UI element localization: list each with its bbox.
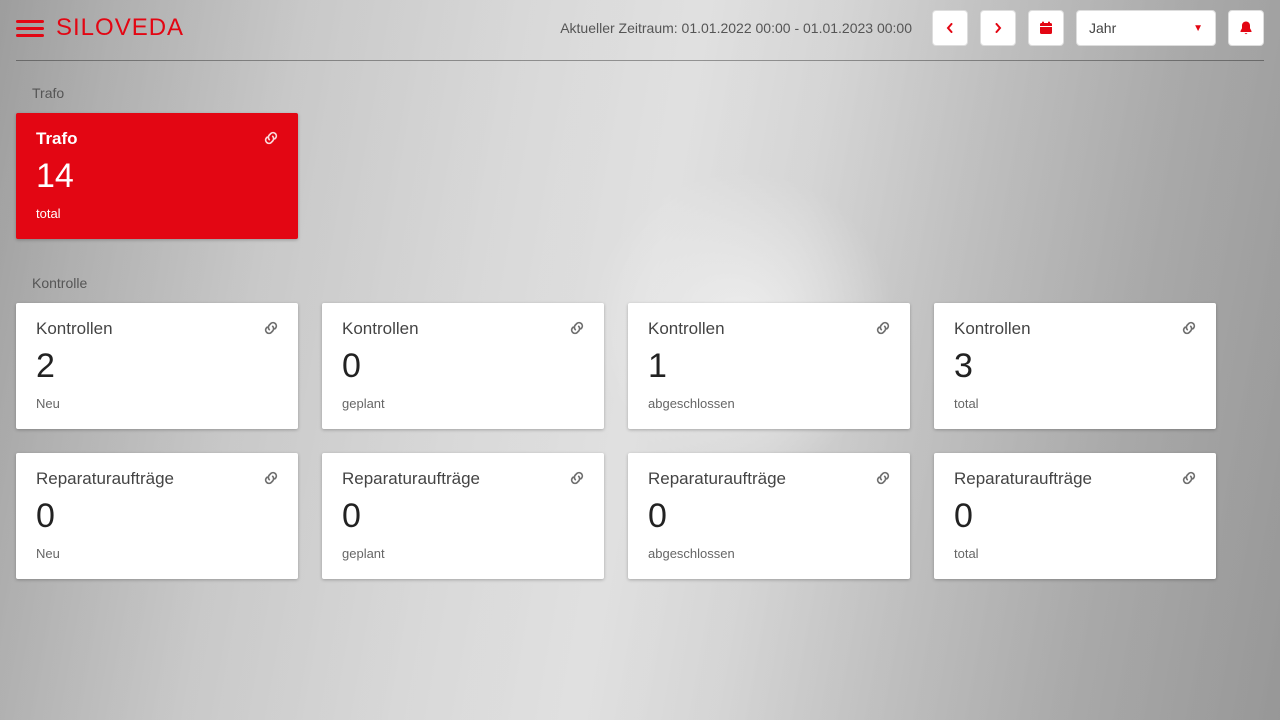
card-kontrollen-geplant[interactable]: Kontrollen 0 geplant xyxy=(322,303,604,429)
card-link-button[interactable] xyxy=(1178,317,1200,339)
card-title: Kontrollen xyxy=(36,319,278,339)
card-sub: abgeschlossen xyxy=(648,396,890,411)
card-value: 14 xyxy=(36,157,278,196)
menu-button[interactable] xyxy=(16,14,44,42)
section-title-kontrolle: Kontrolle xyxy=(32,275,1264,291)
card-value: 0 xyxy=(648,497,890,536)
dashboard-content: Trafo Trafo 14 total Kontrolle Kontrolle… xyxy=(0,61,1280,627)
link-icon xyxy=(261,128,281,148)
card-value: 0 xyxy=(36,497,278,536)
card-title: Reparaturaufträge xyxy=(342,469,584,489)
card-reparatur-total[interactable]: Reparaturaufträge 0 total xyxy=(934,453,1216,579)
row-kontrollen: Kontrollen 2 Neu Kontrollen 0 geplant Ko… xyxy=(16,303,1264,453)
card-sub: geplant xyxy=(342,396,584,411)
card-link-button[interactable] xyxy=(872,467,894,489)
card-value: 1 xyxy=(648,347,890,386)
card-kontrollen-abgeschlossen[interactable]: Kontrollen 1 abgeschlossen xyxy=(628,303,910,429)
card-value: 2 xyxy=(36,347,278,386)
card-value: 0 xyxy=(342,347,584,386)
card-sub: total xyxy=(954,396,1196,411)
calendar-icon xyxy=(1038,20,1054,36)
link-icon xyxy=(873,468,893,488)
card-title: Kontrollen xyxy=(342,319,584,339)
calendar-button[interactable] xyxy=(1028,10,1064,46)
card-sub: geplant xyxy=(342,546,584,561)
link-icon xyxy=(261,468,281,488)
card-sub: Neu xyxy=(36,396,278,411)
timerange-label: Aktueller Zeitraum: 01.01.2022 00:00 - 0… xyxy=(560,20,912,36)
card-link-button[interactable] xyxy=(260,127,282,149)
card-sub: total xyxy=(36,206,278,221)
card-value: 0 xyxy=(954,497,1196,536)
link-icon xyxy=(567,468,587,488)
card-reparatur-abgeschlossen[interactable]: Reparaturaufträge 0 abgeschlossen xyxy=(628,453,910,579)
card-link-button[interactable] xyxy=(260,317,282,339)
row-trafo: Trafo 14 total xyxy=(16,113,1264,263)
card-sub: abgeschlossen xyxy=(648,546,890,561)
chevron-left-icon xyxy=(945,23,955,33)
brand-title: SILOVEDA xyxy=(56,14,184,42)
card-link-button[interactable] xyxy=(566,317,588,339)
card-title: Reparaturaufträge xyxy=(954,469,1196,489)
link-icon xyxy=(1179,468,1199,488)
card-reparatur-geplant[interactable]: Reparaturaufträge 0 geplant xyxy=(322,453,604,579)
card-kontrollen-neu[interactable]: Kontrollen 2 Neu xyxy=(16,303,298,429)
card-value: 0 xyxy=(342,497,584,536)
section-title-trafo: Trafo xyxy=(32,85,1264,101)
card-title: Trafo xyxy=(36,129,278,149)
card-title: Reparaturaufträge xyxy=(36,469,278,489)
period-dropdown-label: Jahr xyxy=(1089,20,1116,36)
card-title: Kontrollen xyxy=(954,319,1196,339)
card-value: 3 xyxy=(954,347,1196,386)
period-dropdown[interactable]: Jahr ▼ xyxy=(1076,10,1216,46)
next-period-button[interactable] xyxy=(980,10,1016,46)
card-sub: total xyxy=(954,546,1196,561)
card-trafo-total[interactable]: Trafo 14 total xyxy=(16,113,298,239)
link-icon xyxy=(567,318,587,338)
card-link-button[interactable] xyxy=(260,467,282,489)
card-title: Reparaturaufträge xyxy=(648,469,890,489)
chevron-right-icon xyxy=(993,23,1003,33)
link-icon xyxy=(873,318,893,338)
link-icon xyxy=(1179,318,1199,338)
card-sub: Neu xyxy=(36,546,278,561)
card-link-button[interactable] xyxy=(566,467,588,489)
prev-period-button[interactable] xyxy=(932,10,968,46)
card-link-button[interactable] xyxy=(872,317,894,339)
card-title: Kontrollen xyxy=(648,319,890,339)
app-header: SILOVEDA Aktueller Zeitraum: 01.01.2022 … xyxy=(0,0,1280,56)
caret-down-icon: ▼ xyxy=(1193,23,1203,34)
row-reparatur: Reparaturaufträge 0 Neu Reparaturaufträg… xyxy=(16,453,1264,603)
bell-icon xyxy=(1239,20,1253,36)
card-reparatur-neu[interactable]: Reparaturaufträge 0 Neu xyxy=(16,453,298,579)
notifications-button[interactable] xyxy=(1228,10,1264,46)
card-kontrollen-total[interactable]: Kontrollen 3 total xyxy=(934,303,1216,429)
card-link-button[interactable] xyxy=(1178,467,1200,489)
link-icon xyxy=(261,318,281,338)
